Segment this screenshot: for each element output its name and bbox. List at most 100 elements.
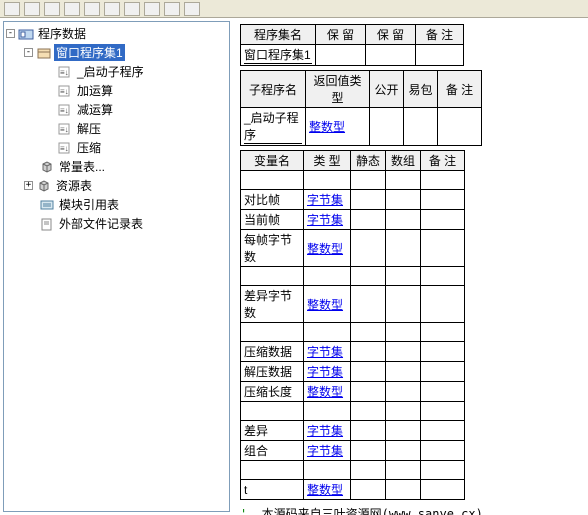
cell[interactable] bbox=[351, 461, 386, 480]
expander-icon[interactable]: - bbox=[6, 29, 15, 38]
tree-item[interactable]: +资源表 bbox=[24, 176, 227, 195]
cell[interactable] bbox=[421, 402, 465, 421]
tb-btn[interactable] bbox=[84, 2, 100, 16]
cell[interactable] bbox=[351, 382, 386, 402]
cell-varname[interactable]: 对比帧 bbox=[241, 190, 304, 210]
cell[interactable] bbox=[421, 286, 465, 323]
cell-varname[interactable]: t bbox=[241, 480, 304, 500]
cell-rettype[interactable]: 整数型 bbox=[306, 108, 370, 146]
cell-type[interactable]: 字节集 bbox=[304, 441, 351, 461]
cell[interactable] bbox=[351, 402, 386, 421]
cell[interactable] bbox=[386, 342, 421, 362]
cell-varname[interactable] bbox=[241, 402, 304, 421]
cell[interactable] bbox=[351, 267, 386, 286]
tb-btn[interactable] bbox=[104, 2, 120, 16]
cell-type[interactable] bbox=[304, 402, 351, 421]
cell-varname[interactable]: 当前帧 bbox=[241, 210, 304, 230]
cell-type[interactable]: 整数型 bbox=[304, 230, 351, 267]
cell[interactable] bbox=[386, 421, 421, 441]
tree-item[interactable]: 模块引用表 bbox=[24, 195, 227, 214]
cell[interactable] bbox=[421, 267, 465, 286]
cell[interactable] bbox=[351, 210, 386, 230]
tree-item[interactable]: ≡↓压缩 bbox=[42, 138, 227, 157]
cell[interactable] bbox=[421, 362, 465, 382]
cell[interactable] bbox=[421, 421, 465, 441]
cell-varname[interactable]: 压缩数据 bbox=[241, 342, 304, 362]
cell-varname[interactable]: 组合 bbox=[241, 441, 304, 461]
cell[interactable] bbox=[386, 441, 421, 461]
cell-varname[interactable] bbox=[241, 267, 304, 286]
cell[interactable] bbox=[386, 171, 421, 190]
tb-btn[interactable] bbox=[24, 2, 40, 16]
tree-item[interactable]: ≡↓_启动子程序 bbox=[42, 62, 227, 81]
cell-varname[interactable]: 每帧字节数 bbox=[241, 230, 304, 267]
expander-icon[interactable]: + bbox=[24, 181, 33, 190]
cell[interactable] bbox=[421, 342, 465, 362]
cell[interactable] bbox=[351, 171, 386, 190]
cell-type[interactable]: 字节集 bbox=[304, 362, 351, 382]
cell[interactable] bbox=[421, 461, 465, 480]
cell[interactable] bbox=[316, 45, 366, 66]
cell-varname[interactable]: 压缩长度 bbox=[241, 382, 304, 402]
cell-type[interactable]: 字节集 bbox=[304, 421, 351, 441]
cell[interactable] bbox=[351, 286, 386, 323]
cell[interactable] bbox=[386, 190, 421, 210]
cell-varname[interactable]: 差异 bbox=[241, 421, 304, 441]
cell[interactable] bbox=[416, 45, 464, 66]
cell[interactable] bbox=[366, 45, 416, 66]
cell[interactable] bbox=[421, 210, 465, 230]
cell-varname[interactable] bbox=[241, 323, 304, 342]
cell-varname[interactable]: 解压数据 bbox=[241, 362, 304, 382]
tb-btn[interactable] bbox=[64, 2, 80, 16]
cell[interactable] bbox=[421, 230, 465, 267]
tb-btn[interactable] bbox=[144, 2, 160, 16]
cell-subname[interactable]: _启动子程序 bbox=[241, 108, 306, 146]
cell[interactable] bbox=[351, 421, 386, 441]
cell[interactable] bbox=[386, 402, 421, 421]
cell[interactable] bbox=[386, 480, 421, 500]
code-area[interactable]: ' 本源码来自三叶资源网(www.sanye.cx)' 对比帧 ＝ 读入文件 (… bbox=[240, 506, 582, 515]
cell[interactable] bbox=[404, 108, 438, 146]
cell[interactable] bbox=[386, 230, 421, 267]
cell[interactable] bbox=[351, 480, 386, 500]
tree-item[interactable]: 常量表... bbox=[24, 157, 227, 176]
cell[interactable] bbox=[438, 108, 482, 146]
tree-item[interactable]: ≡↓加运算 bbox=[42, 81, 227, 100]
cell[interactable] bbox=[421, 441, 465, 461]
tb-btn[interactable] bbox=[124, 2, 140, 16]
cell-type[interactable] bbox=[304, 267, 351, 286]
cell[interactable] bbox=[386, 382, 421, 402]
cell[interactable] bbox=[370, 108, 404, 146]
cell-type[interactable]: 整数型 bbox=[304, 480, 351, 500]
cell[interactable] bbox=[351, 323, 386, 342]
cell-type[interactable]: 整数型 bbox=[304, 382, 351, 402]
cell-type[interactable]: 字节集 bbox=[304, 210, 351, 230]
cell-type[interactable]: 整数型 bbox=[304, 286, 351, 323]
cell[interactable] bbox=[351, 362, 386, 382]
tb-btn[interactable] bbox=[4, 2, 20, 16]
tb-btn[interactable] bbox=[44, 2, 60, 16]
cell-type[interactable] bbox=[304, 171, 351, 190]
cell[interactable] bbox=[351, 230, 386, 267]
cell-type[interactable]: 字节集 bbox=[304, 342, 351, 362]
cell[interactable] bbox=[386, 323, 421, 342]
cell-psname[interactable]: 窗口程序集1 bbox=[241, 45, 316, 66]
tb-btn[interactable] bbox=[164, 2, 180, 16]
expander-icon[interactable]: - bbox=[24, 48, 33, 57]
tree-root[interactable]: -程序数据 bbox=[6, 24, 227, 43]
tree-item[interactable]: ≡↓减运算 bbox=[42, 100, 227, 119]
cell[interactable] bbox=[386, 210, 421, 230]
tree-item[interactable]: ≡↓解压 bbox=[42, 119, 227, 138]
cell[interactable] bbox=[421, 190, 465, 210]
cell[interactable] bbox=[351, 342, 386, 362]
cell-type[interactable] bbox=[304, 323, 351, 342]
cell[interactable] bbox=[386, 461, 421, 480]
tree-item[interactable]: 外部文件记录表 bbox=[24, 214, 227, 233]
cell-varname[interactable] bbox=[241, 461, 304, 480]
cell[interactable] bbox=[386, 362, 421, 382]
cell[interactable] bbox=[351, 441, 386, 461]
cell-type[interactable] bbox=[304, 461, 351, 480]
cell[interactable] bbox=[421, 382, 465, 402]
cell[interactable] bbox=[386, 286, 421, 323]
cell[interactable] bbox=[421, 171, 465, 190]
